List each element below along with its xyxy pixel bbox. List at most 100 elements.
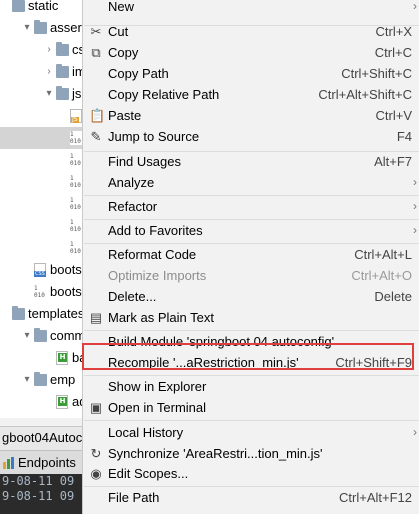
bin-file-icon: 1 010 (70, 153, 82, 167)
menu-separator (84, 420, 419, 421)
menu-item-open-in-terminal[interactable]: ▣ Open in Terminal (83, 397, 419, 418)
chevron-down-icon[interactable]: ▾ (22, 17, 32, 39)
copy-icon: ⧉ (91, 45, 101, 60)
folder-icon (12, 0, 25, 12)
folder-icon (56, 64, 69, 78)
menu-item-label: Copy Relative Path (108, 87, 220, 102)
menu-item-paste[interactable]: 📋 Paste Ctrl+V (83, 105, 419, 126)
tree-row-binfile[interactable]: 1010A (0, 127, 90, 149)
menu-item-label: File Path (108, 490, 160, 505)
tree-row-jsfile[interactable]: a (0, 105, 90, 127)
menu-item-file-path[interactable]: File Path Ctrl+Alt+F12 (83, 487, 419, 508)
bin-file-icon: 1 010 (70, 241, 82, 255)
menu-item-shortcut: Ctrl+Alt+L (354, 247, 412, 262)
tree-row-binfile[interactable]: 1 010 bootstr (0, 281, 90, 303)
menu-item-mark-as-plain-text[interactable]: ▤ Mark as Plain Text (83, 307, 419, 328)
tree-row-folder[interactable]: templates (0, 303, 90, 325)
html-file-icon (56, 395, 68, 409)
menu-item-copy-path[interactable]: Copy Path Ctrl+Shift+C (83, 63, 419, 84)
tree-row-cssfile[interactable]: bootstr (0, 259, 90, 281)
tree-row-folder[interactable]: ›img (0, 61, 90, 83)
chevron-down-icon[interactable]: ▾ (22, 325, 32, 347)
menu-item-label: Delete... (108, 289, 157, 304)
tree-row-binfile[interactable]: 1010b (0, 149, 90, 171)
tree-row-htmlfile[interactable]: add (0, 391, 90, 413)
tree-row-binfile[interactable]: 1010c (0, 193, 90, 215)
console-line: 9-08-11 09 (2, 474, 75, 488)
html-file-icon (56, 351, 68, 365)
chevron-down-icon[interactable]: ▾ (22, 369, 32, 391)
tree-row-htmlfile[interactable]: bar. (0, 347, 90, 369)
bin-file-icon: 1 010 (70, 131, 82, 145)
tree-row-label: js (72, 86, 82, 101)
menu-item-shortcut: Ctrl+X (375, 24, 412, 39)
menu-item-reformat-code[interactable]: Reformat Code Ctrl+Alt+L (83, 244, 419, 265)
menu-item-label: Add to Favorites (108, 223, 203, 238)
tree-row-folder[interactable]: › css (0, 39, 90, 61)
paste-icon: 📋 (89, 108, 106, 123)
menu-item-shortcut: Ctrl+C (374, 45, 412, 60)
menu-item-copy[interactable]: ⧉ Copy Ctrl+C (83, 42, 419, 63)
chevron-right-icon[interactable]: › (44, 61, 54, 83)
menu-item-label: Copy (108, 45, 139, 60)
tree-row-label: emp (50, 372, 76, 387)
folder-icon (56, 86, 69, 100)
editor-tab-label: gboot04Autoc (2, 430, 83, 445)
mark-as-plain-text-icon: ▤ (89, 310, 103, 325)
menu-item-optimize-imports: Optimize Imports Ctrl+Alt+O (83, 265, 419, 286)
menu-item-shortcut: Ctrl+Alt+Shift+C (318, 87, 412, 102)
endpoints-tab-label: Endpoints (18, 455, 76, 470)
tree-row-binfile[interactable]: 1010J (0, 237, 90, 259)
menu-item-edit-scopes[interactable]: ◉ Edit Scopes... (83, 463, 419, 484)
menu-item-shortcut: F4 (396, 129, 412, 144)
menu-item-new[interactable]: New › (83, 0, 419, 17)
editor-tab[interactable]: gboot04Autoc (0, 426, 90, 450)
tree-row-binfile[interactable]: 1010J (0, 215, 90, 237)
bin-file-icon: 1 010 (70, 175, 82, 189)
console-panel: 9-08-11 09 9-08-11 09 (0, 474, 90, 514)
menu-item-shortcut: Ctrl+V (375, 108, 412, 123)
jump-to-source-icon: ✎ (90, 129, 102, 144)
menu-item-refactor[interactable]: Refactor › (83, 196, 419, 217)
menu-item-copy-relative-path[interactable]: Copy Relative Path Ctrl+Alt+Shift+C (83, 84, 419, 105)
menu-item-shortcut: Ctrl+Shift+C (341, 66, 412, 81)
tree-row-folder[interactable]: ▾ js (0, 83, 90, 105)
menu-item-label: Jump to Source (108, 129, 200, 144)
menu-item-label: Synchronize 'AreaRestri...tion_min.js' (108, 446, 323, 461)
tree-row-folder[interactable]: ▾ commo (0, 325, 90, 347)
recompile-highlight-box (82, 343, 414, 370)
tree-row-label: templates (28, 306, 85, 321)
menu-item-label: Refactor (108, 199, 158, 214)
endpoints-icon (3, 457, 14, 469)
tree-row-folder[interactable]: ▾ emp (0, 369, 90, 391)
menu-item-label: Open in Terminal (108, 400, 207, 415)
bin-file-icon: 1 010 (70, 197, 82, 211)
endpoints-tab[interactable]: Endpoints (0, 450, 90, 474)
menu-item-find-usages[interactable]: Find Usages Alt+F7 (83, 151, 419, 172)
menu-item-synchronize[interactable]: ↻ Synchronize 'AreaRestri...tion_min.js' (83, 443, 419, 464)
folder-icon (56, 42, 69, 56)
menu-item-analyze[interactable]: Analyze › (83, 172, 419, 193)
menu-item-local-history[interactable]: Local History › (83, 422, 419, 443)
folder-icon (34, 328, 47, 342)
menu-item-add-to-favorites[interactable]: Add to Favorites › (83, 220, 419, 241)
menu-item-delete[interactable]: Delete... Delete (83, 286, 419, 307)
menu-item-label: Analyze (108, 175, 155, 190)
folder-icon (34, 20, 47, 34)
edit-scopes-icon: ◉ (90, 466, 102, 481)
chevron-down-icon[interactable]: ▾ (44, 83, 54, 105)
menu-item-shortcut: Alt+F7 (374, 154, 412, 169)
menu-item-label: Copy Path (108, 66, 169, 81)
submenu-arrow-icon: › (413, 223, 417, 237)
tree-row-binfile[interactable]: 1010b (0, 171, 90, 193)
menu-item-label: Reformat Code (108, 247, 197, 262)
menu-item-show-in-explorer[interactable]: Show in Explorer (83, 376, 419, 397)
tree-row-folder[interactable]: ▾ asserts (0, 17, 90, 39)
project-tree: static▾asserts›css›img▾jsa1010A1010b1010… (0, 0, 90, 418)
menu-item-cut[interactable]: ✂ Cut Ctrl+X (83, 21, 419, 42)
menu-item-jump-to-source[interactable]: ✎ Jump to Source F4 (83, 126, 419, 147)
menu-item-label: Cut (108, 24, 129, 39)
chevron-right-icon[interactable]: › (44, 39, 54, 61)
folder-icon (34, 372, 47, 386)
tree-row-folder[interactable]: static (0, 0, 90, 17)
